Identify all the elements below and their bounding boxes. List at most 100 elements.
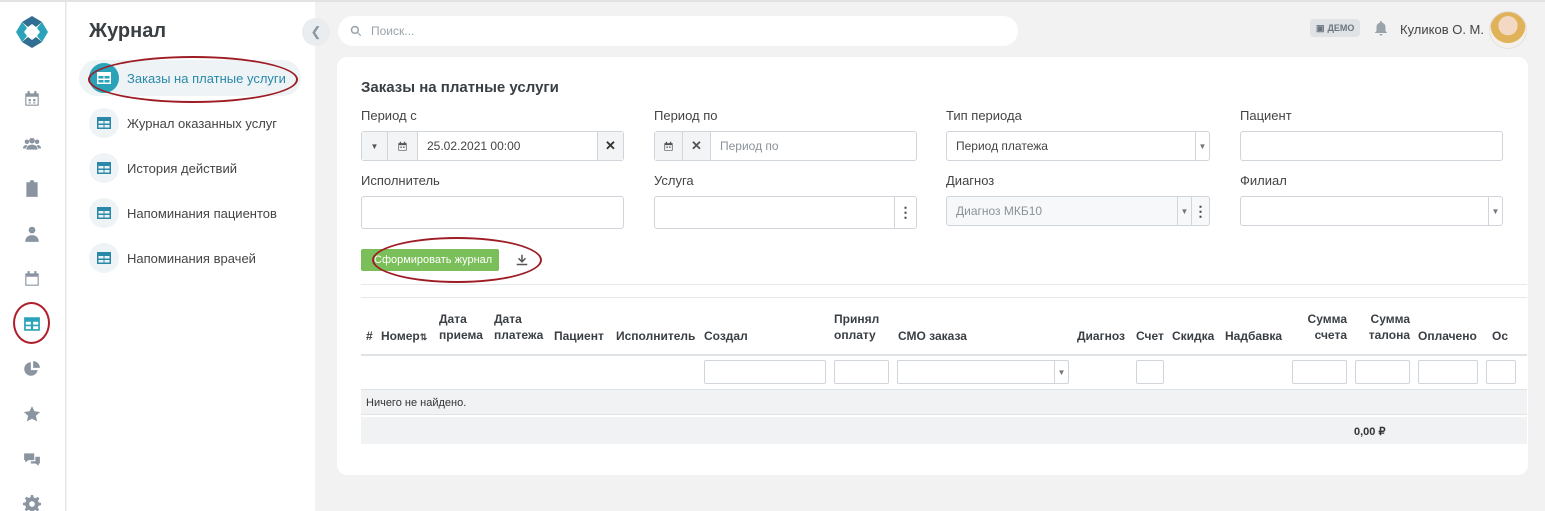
talon-sum-filter-input[interactable] <box>1355 360 1410 384</box>
chevron-down-icon: ▼ <box>1195 132 1209 160</box>
dropdown-caret-icon[interactable]: ▼ <box>362 132 388 160</box>
app-rail <box>0 2 66 511</box>
calendar-icon[interactable] <box>655 132 683 160</box>
monitor-icon: ▣ <box>1316 22 1325 33</box>
sidebar-item-label: Напоминания врачей <box>127 250 256 266</box>
notifications-bell-icon[interactable] <box>1373 20 1389 36</box>
report-card: Заказы на платные услуги Период с Период… <box>337 57 1528 475</box>
sidebar-item-action-history[interactable]: История действий <box>79 150 301 186</box>
users-icon[interactable] <box>20 132 44 156</box>
col-header-talon-sum: Сумма талона <box>1368 312 1410 342</box>
period-type-select[interactable]: Период платежа ▼ <box>946 131 1210 161</box>
service-label: Услуга <box>654 173 694 188</box>
more-options-icon[interactable]: ⋮ <box>894 197 916 228</box>
col-header-smo: СМО заказа <box>898 329 967 343</box>
chevron-down-icon[interactable]: ▼ <box>1177 197 1191 225</box>
table-icon <box>89 108 119 138</box>
calendar-icon[interactable] <box>20 87 44 111</box>
branch-label: Филиал <box>1240 173 1287 188</box>
period-to-label: Период по <box>654 108 718 123</box>
patient-input[interactable] <box>1240 131 1503 161</box>
demo-badge: ▣ ДЕМО <box>1310 19 1361 37</box>
table-icon <box>89 243 119 273</box>
col-header-surcharge: Надбавка <box>1225 329 1283 343</box>
period-from-field: ▼ 25.02.2021 00:00 ✕ <box>361 131 624 161</box>
totals-row: 0,00 ₽ <box>361 417 1527 444</box>
table-icon[interactable] <box>20 312 44 336</box>
branch-select[interactable]: ▼ <box>1240 196 1503 226</box>
created-by-filter-input[interactable] <box>704 360 826 384</box>
more-options-icon[interactable]: ⋮ <box>1191 197 1209 225</box>
sidebar-item-label: Напоминания пациентов <box>127 205 277 221</box>
accepted-payment-filter-input[interactable] <box>834 360 889 384</box>
table-top-border <box>361 297 1527 298</box>
col-header-diagnosis: Диагноз <box>1077 329 1125 343</box>
col-header-payment-date: Дата платежа <box>494 312 544 342</box>
table-icon <box>89 63 119 93</box>
search-icon <box>350 25 362 37</box>
service-field: ⋮ <box>654 196 917 229</box>
talon-sum-total: 0,00 ₽ <box>1354 426 1386 438</box>
col-header-invoice-sum: Сумма счета <box>1307 312 1347 342</box>
clear-icon[interactable]: ✕ <box>597 132 623 160</box>
smo-filter-select[interactable]: ▼ <box>897 360 1069 384</box>
report-title: Заказы на платные услуги <box>361 79 559 96</box>
calendar-icon[interactable] <box>388 132 418 160</box>
table-icon <box>89 153 119 183</box>
sort-icon: ⇅ <box>419 332 428 342</box>
sidebar-item-paid-orders[interactable]: Заказы на платные услуги <box>79 60 301 96</box>
page-title: Журнал <box>89 20 167 42</box>
period-type-value: Период платежа <box>956 139 1048 153</box>
performer-input[interactable] <box>361 196 624 229</box>
chevron-down-icon: ▼ <box>1054 361 1068 383</box>
schedule-icon[interactable] <box>20 267 44 291</box>
clipboard-icon[interactable] <box>20 177 44 201</box>
app-logo-icon[interactable] <box>14 14 50 50</box>
sidebar-item-label: Заказы на платные услуги <box>127 70 286 86</box>
download-icon[interactable] <box>513 249 531 271</box>
period-from-label: Период с <box>361 108 417 123</box>
avatar[interactable] <box>1489 11 1527 49</box>
journal-sidebar: Журнал Заказы на платные услуги Журнал о… <box>67 2 315 511</box>
performer-label: Исполнитель <box>361 173 440 188</box>
sidebar-item-services-journal[interactable]: Журнал оказанных услуг <box>79 105 301 141</box>
user-name[interactable]: Куликов О. М. <box>1400 22 1484 37</box>
header-divider <box>361 354 1527 356</box>
search-input[interactable] <box>371 24 971 38</box>
chevron-down-icon: ▼ <box>1488 197 1502 225</box>
doctor-icon[interactable] <box>20 222 44 246</box>
col-header-number[interactable]: Номер⇅ <box>381 328 427 345</box>
col-header-discount: Скидка <box>1172 329 1215 343</box>
pie-chart-icon[interactable] <box>20 357 44 381</box>
invoice-filter-input[interactable] <box>1136 360 1164 384</box>
sidebar-item-doctor-reminders[interactable]: Напоминания врачей <box>79 240 301 276</box>
chat-icon[interactable] <box>20 447 44 471</box>
generate-journal-button[interactable]: Сформировать журнал <box>361 249 500 271</box>
invoice-sum-filter-input[interactable] <box>1292 360 1347 384</box>
empty-message: Ничего не найдено. <box>366 397 467 409</box>
col-header-remaining: Ос <box>1492 329 1509 343</box>
remaining-filter-input[interactable] <box>1486 360 1516 384</box>
period-from-input[interactable]: 25.02.2021 00:00 <box>418 139 597 153</box>
sidebar-item-label: Журнал оказанных услуг <box>127 115 278 131</box>
period-to-input[interactable]: Период по <box>711 139 916 153</box>
period-to-field: ✕ Период по <box>654 131 917 161</box>
diagnosis-label: Диагноз <box>946 173 995 188</box>
collapse-sidebar-button[interactable]: ❮ <box>302 18 330 46</box>
col-header-visit-date: Дата приема <box>439 312 483 342</box>
search-bar[interactable] <box>338 16 1018 46</box>
col-header-invoice: Счет <box>1136 329 1164 343</box>
paid-filter-input[interactable] <box>1418 360 1478 384</box>
star-icon[interactable] <box>20 402 44 426</box>
patient-label: Пациент <box>1240 108 1292 123</box>
clear-icon[interactable]: ✕ <box>683 132 711 160</box>
diagnosis-select[interactable]: Диагноз МКБ10 <box>947 204 1177 218</box>
col-header-created-by: Создал <box>704 329 748 343</box>
chevron-left-icon: ❮ <box>310 24 322 39</box>
col-header-patient: Пациент <box>554 329 604 343</box>
period-type-label: Тип периода <box>946 108 1022 123</box>
settings-icon[interactable] <box>20 492 44 511</box>
col-header-accepted-payment: Принял оплату <box>834 312 880 342</box>
sidebar-item-patient-reminders[interactable]: Напоминания пациентов <box>79 195 301 231</box>
empty-table-row: Ничего не найдено. <box>361 389 1527 415</box>
